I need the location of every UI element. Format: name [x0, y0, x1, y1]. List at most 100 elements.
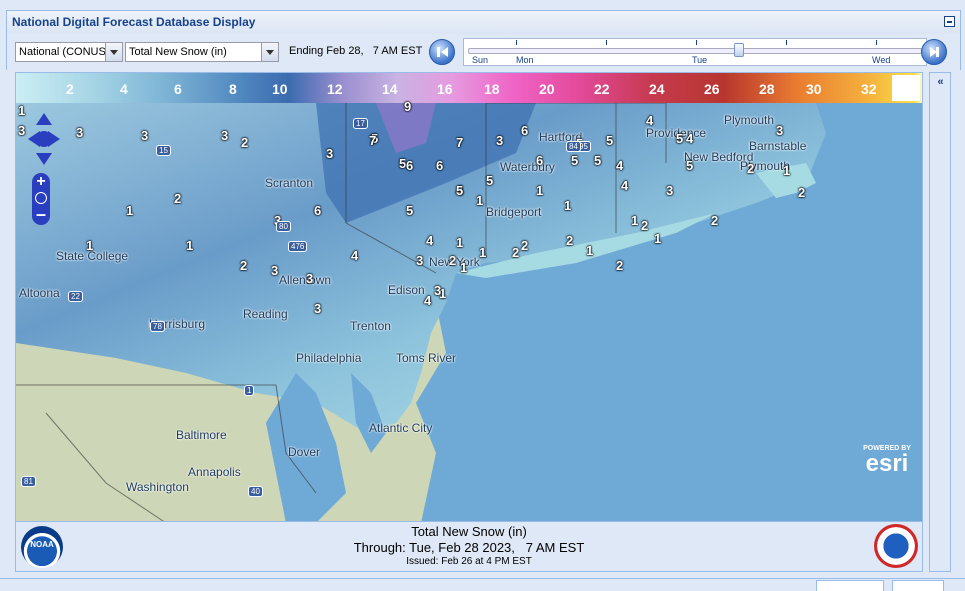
timeline-tick [606, 40, 607, 45]
snow-value-label: 4 [646, 113, 654, 128]
timeline-tick [516, 40, 517, 45]
snow-value-label: 1 [536, 183, 544, 198]
snow-value-label: 1 [586, 243, 594, 258]
zoom-out-icon[interactable]: – [32, 205, 50, 223]
legend-label: 22 [594, 81, 610, 97]
snow-value-label: 3 [141, 128, 149, 143]
city-label: Dover [288, 445, 321, 459]
color-legend [16, 73, 922, 103]
city-label: Toms River [396, 351, 457, 365]
snow-value-label: 2 [641, 218, 649, 233]
chevron-down-icon[interactable] [261, 43, 278, 61]
snow-value-label: 3 [326, 146, 334, 161]
city-label: Edison [388, 283, 425, 297]
city-label: Atlantic City [369, 421, 433, 435]
legend-label: 18 [484, 81, 500, 97]
snow-value-label: 1 [460, 260, 468, 275]
snow-value-label: 5 [406, 203, 414, 218]
city-label: Waterbury [500, 160, 555, 174]
map-view[interactable]: 2 4 6 8 10 12 14 16 18 20 22 24 26 28 30 32 Hartford Pro… [15, 72, 923, 522]
chevron-down-icon[interactable] [105, 43, 122, 61]
step-forward-button[interactable] [921, 39, 947, 65]
snow-value-label: 1 [479, 245, 487, 260]
snow-value-label: 2 [174, 191, 182, 206]
snow-value-label: 1 [86, 238, 94, 253]
slider-track[interactable] [468, 48, 922, 54]
snow-value-label: 7 [369, 133, 377, 148]
legend-label: 24 [649, 81, 665, 97]
snow-value-label: 2 [449, 253, 457, 268]
legend-label: 12 [327, 81, 343, 97]
footer-title: Total New Snow (in) [411, 524, 527, 539]
snow-value-label: 6 [436, 158, 444, 173]
panel-title: National Digital Forecast Database Displ… [12, 15, 256, 29]
city-label: Reading [243, 307, 288, 321]
pan-arrows-icon[interactable] [28, 113, 60, 165]
city-label: Trenton [350, 319, 391, 333]
bottom-tab[interactable] [892, 580, 944, 591]
legend-label: 26 [704, 81, 720, 97]
snow-value-label: 3 [221, 128, 229, 143]
snow-value-label: 2 [240, 258, 248, 273]
panel-titlebar: National Digital Forecast Database Displ… [6, 10, 961, 34]
snow-value-label: 2 [512, 245, 520, 260]
timeline-day: Mon [516, 55, 534, 65]
snow-value-label: 1 [476, 193, 484, 208]
snow-value-label: 7 [456, 135, 464, 150]
snow-value-label: 6 [314, 203, 322, 218]
city-label: Washington [126, 480, 189, 494]
snow-value-label: 2 [521, 238, 529, 253]
snow-value-label: 1 [631, 213, 639, 228]
highway-shield: 15 [156, 145, 171, 156]
snow-value-label: 3 [306, 271, 314, 286]
element-select[interactable]: Total New Snow (in) [125, 42, 279, 62]
expand-panel-icon[interactable]: « [934, 77, 947, 90]
snow-value-label: 3 [496, 133, 504, 148]
step-back-button[interactable] [429, 39, 455, 65]
toolbar: National (CONUS Total New Snow (in) Endi… [6, 34, 961, 70]
snow-value-label: 3 [666, 183, 674, 198]
snow-value-label: 2 [566, 233, 574, 248]
snow-value-label: 2 [241, 135, 249, 150]
city-label: Bridgeport [486, 205, 542, 219]
region-select[interactable]: National (CONUS [15, 42, 123, 62]
city-label: Philadelphia [296, 351, 362, 365]
snow-value-label: 1 [126, 203, 134, 218]
city-label: Baltimore [176, 428, 227, 442]
snow-value-label: 4 [426, 233, 434, 248]
globe-icon[interactable] [35, 192, 47, 204]
legend-label: 2 [66, 81, 74, 97]
footer-issued: Issued: Feb 26 at 4 PM EST [406, 556, 532, 567]
snow-value-label: 5 [686, 158, 694, 173]
nws-logo [874, 524, 918, 568]
bottom-tab[interactable] [816, 580, 884, 591]
city-label: Barnstable [749, 139, 807, 153]
snow-value-label: 3 [434, 283, 442, 298]
zoom-control[interactable]: + – [32, 173, 50, 225]
timeline-tick [876, 40, 877, 45]
snow-value-label: 1 [654, 231, 662, 246]
highway-shield: 40 [248, 486, 263, 497]
pan-control[interactable] [28, 113, 60, 165]
highway-shield: 78 [150, 321, 165, 332]
right-sidebar: « [929, 72, 951, 572]
legend-label: 30 [806, 81, 822, 97]
snow-value-label: 5 [456, 183, 464, 198]
esri-wordmark: esri [865, 450, 909, 477]
snow-value-label: 4 [616, 158, 624, 173]
zoom-in-icon[interactable]: + [32, 173, 50, 191]
highway-shield: 1 [244, 385, 255, 396]
highway-shield: 84 [566, 141, 581, 152]
snow-value-label: 5 [676, 131, 684, 146]
timeline-day: Sun [472, 55, 489, 65]
time-slider[interactable]: Sun Mon Tue Wed [463, 38, 927, 66]
legend-label: 16 [437, 81, 453, 97]
snow-value-label: 5 [486, 173, 494, 188]
highway-shield: 476 [288, 241, 308, 252]
collapse-icon[interactable] [944, 16, 955, 27]
slider-thumb[interactable] [734, 43, 744, 57]
timeline-tick [696, 40, 697, 45]
snow-value-label: 2 [747, 161, 755, 176]
city-label: Plymouth [724, 113, 775, 127]
legend-label: 32 [861, 81, 877, 97]
